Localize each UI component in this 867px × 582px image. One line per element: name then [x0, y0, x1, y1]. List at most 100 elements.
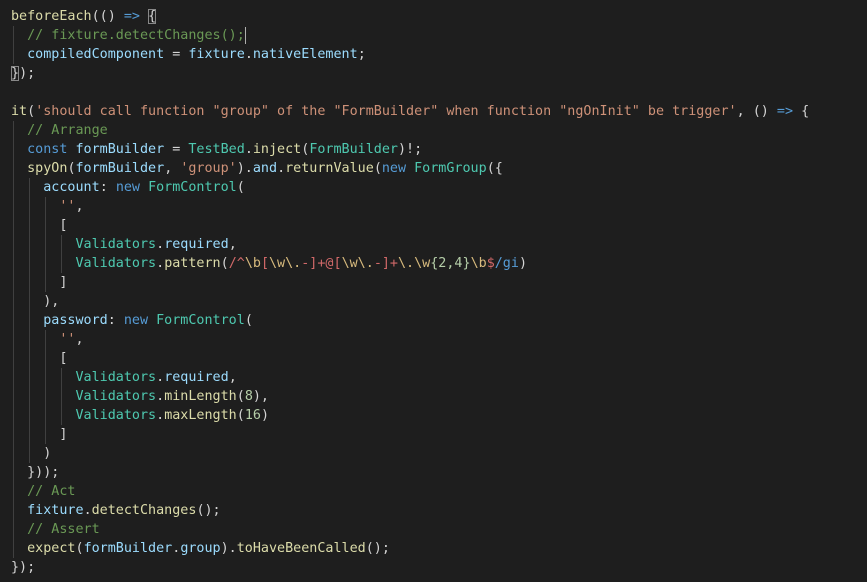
code-line: ] — [11, 425, 809, 444]
code-token: (); — [196, 503, 221, 518]
code-token: . — [156, 237, 165, 252]
code-token: 16 — [244, 408, 261, 423]
code-line: Validators.required, — [11, 368, 809, 387]
code-token: , — [75, 332, 84, 347]
code-token: formBuilder — [75, 142, 165, 157]
code-token: ( — [236, 408, 245, 423]
code-editor[interactable]: beforeEach(() => { // fixture.detectChan… — [0, 0, 867, 582]
code-token: = — [164, 142, 189, 157]
code-token: /gi — [494, 256, 519, 271]
code-line: '', — [11, 330, 809, 349]
code-token: \b — [244, 256, 261, 271]
code-token: . — [277, 161, 286, 176]
code-token: const — [27, 142, 68, 157]
code-token: ( — [244, 313, 253, 328]
code-token: formBuilder — [83, 541, 173, 556]
code-line: }); — [11, 558, 809, 577]
code-token: FormBuilder — [309, 142, 398, 157]
code-token: pattern — [164, 256, 221, 271]
code-token: { — [793, 104, 810, 119]
code-token: ( — [236, 180, 245, 195]
code-token: password — [43, 313, 108, 328]
code-token: ({ — [486, 161, 503, 176]
code-line: fixture.detectChanges(); — [11, 501, 809, 520]
code-token: . — [156, 370, 165, 385]
code-token: new — [115, 180, 140, 195]
code-token: [ — [11, 351, 68, 366]
code-token: compiledComponent — [27, 47, 165, 62]
code-line: password: new FormControl( — [11, 311, 809, 330]
code-token: , — [228, 237, 237, 252]
code-token: new — [123, 313, 149, 328]
code-token: required — [164, 370, 229, 385]
code-token: new — [381, 161, 407, 176]
code-token: ( — [236, 389, 245, 404]
code-token: . — [244, 47, 253, 62]
code-token: Validators — [75, 256, 157, 271]
code-token: : — [107, 313, 124, 328]
code-token: ; — [357, 47, 366, 62]
code-line: beforeEach(() => { — [11, 7, 809, 26]
code-token: and — [252, 161, 278, 176]
code-line: [ — [11, 349, 809, 368]
code-line: // Act — [11, 482, 809, 501]
code-token: '' — [59, 332, 76, 347]
code-token: $ — [486, 256, 495, 271]
code-line: const formBuilder = TestBed.inject(FormB… — [11, 140, 809, 159]
code-token: \w\. — [341, 256, 374, 271]
code-token: ] — [11, 427, 68, 442]
code-token: // Arrange — [27, 123, 108, 138]
code-token: 'group' — [180, 161, 237, 176]
code-token: minLength — [164, 389, 237, 404]
code-token: ), — [11, 294, 60, 309]
code-line: it('should call function "group" of the … — [11, 102, 809, 121]
code-token: FormControl — [156, 313, 245, 328]
code-token: -]+@[ — [301, 256, 342, 271]
code-token: [ — [11, 218, 68, 233]
code-token: Validators — [75, 408, 157, 423]
code-token: // fixture.detectChanges(); — [27, 28, 245, 43]
code-token: ( — [373, 161, 382, 176]
code-token: : — [99, 180, 116, 195]
code-token: Validators — [75, 370, 157, 385]
code-token: ( — [75, 541, 84, 556]
code-token: \w — [414, 256, 431, 271]
code-token: TestBed — [188, 142, 245, 157]
code-token: 8 — [244, 389, 253, 404]
code-token: // Act — [27, 484, 76, 499]
code-text-area[interactable]: beforeEach(() => { // fixture.detectChan… — [11, 7, 809, 577]
code-token: . — [83, 503, 92, 518]
code-token: ( — [220, 256, 229, 271]
code-line: // fixture.detectChanges(); — [11, 26, 809, 45]
code-token: FormControl — [148, 180, 237, 195]
code-line: Validators.pattern(/^\b[\w\.-]+@[\w\.-]+… — [11, 254, 809, 273]
code-token: => — [123, 9, 140, 24]
code-token: ( — [67, 161, 76, 176]
code-line: Validators.minLength(8), — [11, 387, 809, 406]
code-token: , — [228, 370, 237, 385]
matched-bracket: } — [11, 66, 20, 81]
code-token: ). — [220, 541, 237, 556]
code-token: , () — [736, 104, 777, 119]
code-token: inject — [252, 142, 302, 157]
